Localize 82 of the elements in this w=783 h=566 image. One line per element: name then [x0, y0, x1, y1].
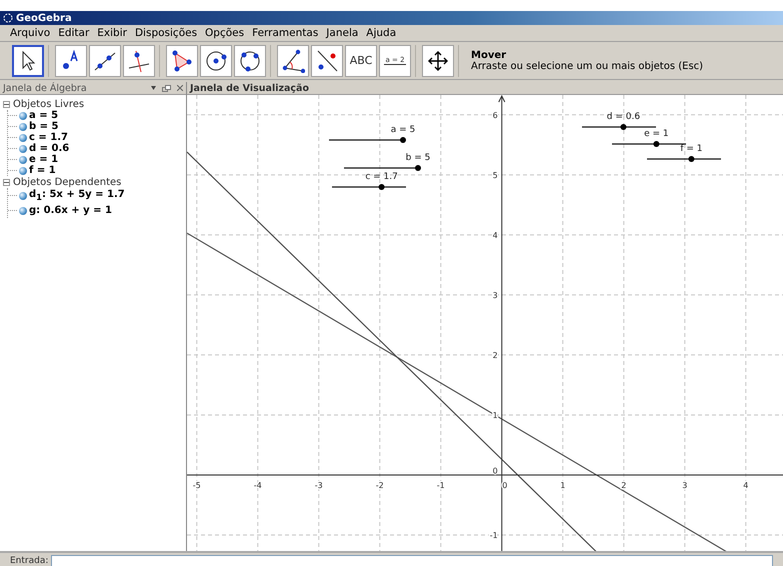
- angle-icon: [281, 48, 305, 72]
- menu-item[interactable]: Janela: [322, 27, 362, 39]
- tool-name: Mover: [471, 50, 508, 60]
- tick-label: -4: [254, 480, 262, 490]
- object-label[interactable]: f = 1: [29, 165, 56, 176]
- object-label[interactable]: b = 5: [29, 121, 58, 132]
- menu-item[interactable]: Arquivo: [6, 27, 54, 39]
- slider-track[interactable]: [329, 137, 406, 143]
- slider-label: a = 5: [390, 125, 416, 135]
- slider-thumb[interactable]: [415, 165, 421, 171]
- category-label[interactable]: Objetos Dependentes: [13, 176, 122, 188]
- point-and-line-icon: [315, 48, 339, 72]
- tick-label: 1: [560, 480, 566, 490]
- tool-button[interactable]: [311, 44, 343, 76]
- tool-button[interactable]: ABC: [345, 44, 377, 76]
- tick-label: -5: [192, 480, 201, 490]
- tool-button[interactable]: [200, 44, 232, 76]
- tick-label: 4: [743, 480, 748, 490]
- tick-label: -3: [314, 480, 323, 490]
- slider-track[interactable]: [332, 184, 406, 190]
- collapse-toggle[interactable]: [3, 178, 10, 186]
- tool-button[interactable]: [422, 44, 454, 76]
- tick-label: 0: [502, 480, 508, 490]
- tool-button[interactable]: [89, 44, 121, 76]
- tick-label: 3: [682, 480, 688, 490]
- triangle-icon: [170, 48, 194, 72]
- undock-icon[interactable]: [162, 84, 171, 92]
- tick-label: -1: [490, 531, 498, 540]
- object-label[interactable]: c = 1.7: [29, 132, 68, 143]
- slider-label: d = 0.6: [606, 112, 640, 122]
- tick-label: 6: [492, 110, 498, 120]
- object-label[interactable]: e = 1: [29, 154, 58, 165]
- menu-item[interactable]: Opções: [201, 27, 248, 39]
- tick-label: 4: [492, 230, 498, 240]
- close-icon[interactable]: [177, 85, 183, 91]
- slider-thumb[interactable]: [688, 156, 694, 162]
- tool-button[interactable]: [166, 44, 198, 76]
- object-label[interactable]: a = 5: [29, 110, 58, 121]
- move-arrows-icon: [426, 48, 450, 72]
- window-title: GeoGebra: [16, 12, 72, 24]
- tick-label: 2: [621, 480, 626, 490]
- menu-item[interactable]: Disposições: [130, 27, 202, 39]
- category-label[interactable]: Objetos Livres: [13, 98, 84, 110]
- dropdown-icon[interactable]: [151, 86, 156, 90]
- tool-button[interactable]: [123, 44, 155, 76]
- slider-thumb[interactable]: [653, 141, 660, 147]
- slider-label: b = 5: [406, 153, 430, 163]
- menu-item[interactable]: Ferramentas: [248, 27, 322, 39]
- slider-thumb[interactable]: [400, 137, 406, 143]
- slider-track[interactable]: [344, 165, 421, 171]
- slider-track[interactable]: [582, 124, 656, 130]
- object-label[interactable]: g: 0.6x + y = 1: [29, 205, 112, 216]
- tick-label: 3: [492, 290, 498, 300]
- circle-icon: [204, 48, 228, 72]
- perpendicular-line-icon: [127, 48, 151, 72]
- tool-button[interactable]: [55, 44, 87, 76]
- tool-button[interactable]: [277, 44, 309, 76]
- tick-label: -2: [376, 480, 384, 490]
- slider-label: e = 1: [644, 129, 669, 139]
- app-logo-icon: [3, 13, 13, 23]
- slider-thumb[interactable]: [620, 124, 626, 130]
- menu-item[interactable]: Exibir: [93, 27, 131, 39]
- menu-item[interactable]: Ajuda: [362, 27, 400, 39]
- object-label[interactable]: d$_{1}$: 5x + 5y = 1.7: [29, 189, 125, 202]
- object-label[interactable]: d = 0.6: [29, 143, 70, 154]
- tool-button[interactable]: [12, 44, 44, 76]
- tool-description: Arraste ou selecione um ou mais objetos (Esc): [471, 60, 704, 72]
- panel-title: Janela de Álgebra: [3, 82, 88, 94]
- menu-item[interactable]: Editar: [54, 27, 94, 39]
- tool-button[interactable]: [234, 44, 266, 76]
- circle-three-points-icon: [238, 48, 262, 72]
- tick-label: -1: [436, 480, 445, 490]
- panel-title: Janela de Visualização: [190, 82, 309, 94]
- slider-thumb[interactable]: [378, 184, 385, 190]
- slider-label: c = 1.7: [365, 172, 398, 182]
- collapse-toggle[interactable]: [3, 100, 10, 108]
- slider-track[interactable]: [647, 156, 721, 162]
- tick-label: 2: [492, 350, 498, 360]
- tick-label: 0: [492, 466, 498, 476]
- input-field[interactable]: [51, 555, 774, 566]
- input-label: Entrada:: [10, 556, 48, 566]
- tick-label: 5: [492, 170, 498, 180]
